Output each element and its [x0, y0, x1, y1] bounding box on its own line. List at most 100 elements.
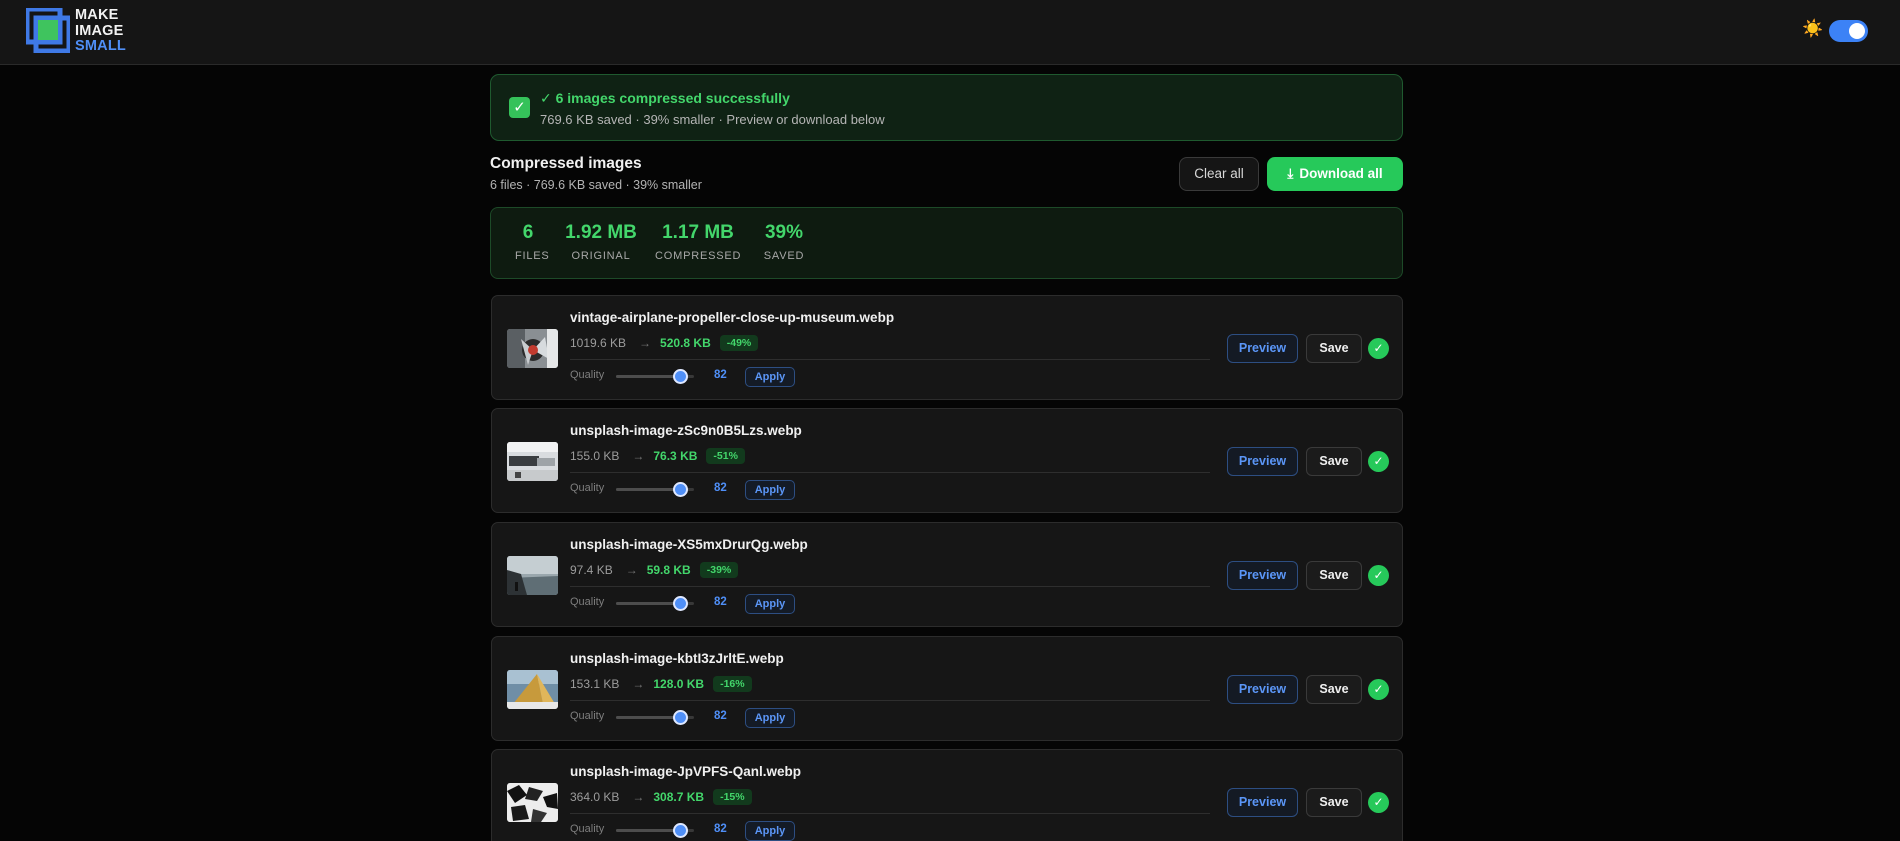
slider-handle[interactable]: [672, 823, 688, 838]
original-size: 153.1 KB: [570, 677, 620, 691]
preview-button[interactable]: Preview: [1227, 675, 1298, 704]
thumbnail-aircraft-image: [507, 442, 558, 481]
thumbnail-monochrome-image: [507, 783, 558, 822]
check-circle-icon: ✓: [1368, 679, 1389, 700]
banner-subtitle: 769.6 KB saved · 39% smaller · Preview o…: [540, 112, 885, 127]
save-button[interactable]: Save: [1306, 561, 1362, 590]
stat-value: 39%: [764, 222, 804, 243]
file-sizes: 1019.6 KB → 520.8 KB -49%: [570, 334, 759, 352]
quality-value: 82: [714, 369, 727, 381]
banner-title: ✓ 6 images compressed successfully: [540, 90, 790, 106]
check-circle-icon: ✓: [1368, 451, 1389, 472]
check-box-icon: ✓: [509, 97, 530, 118]
stat-value: 1.17 MB: [662, 222, 734, 243]
file-card: vintage-airplane-propeller-close-up-muse…: [491, 295, 1403, 400]
divider: [570, 700, 1210, 701]
reduction-badge: -49%: [719, 335, 759, 351]
slider-track-fill: [616, 375, 680, 378]
original-size: 364.0 KB: [570, 790, 620, 804]
slider-track-fill: [616, 488, 680, 491]
download-all-button[interactable]: ⤓ Download all: [1267, 157, 1403, 191]
slider-track-fill: [616, 829, 680, 832]
compressed-size: 128.0 KB: [653, 677, 705, 691]
file-name: unsplash-image-zSc9n0B5Lzs.webp: [570, 423, 802, 438]
image-thumbnail[interactable]: [507, 329, 558, 368]
quality-value: 82: [714, 823, 727, 835]
file-name: unsplash-image-JpVPFS-Qanl.webp: [570, 764, 802, 779]
theme-toggle[interactable]: [1829, 20, 1868, 42]
clear-all-button[interactable]: Clear all: [1179, 157, 1259, 191]
compressed-size: 308.7 KB: [653, 790, 705, 804]
toggle-knob: [1849, 23, 1865, 39]
slider-handle[interactable]: [672, 482, 688, 497]
file-card: unsplash-image-zSc9n0B5Lzs.webp 155.0 KB…: [491, 408, 1403, 513]
quality-value: 82: [714, 482, 727, 494]
quality-slider[interactable]: [616, 823, 694, 838]
quality-slider[interactable]: [616, 369, 694, 384]
file-card: unsplash-image-XS5mxDrurQg.webp 97.4 KB …: [491, 522, 1403, 627]
file-card: unsplash-image-kbtI3zJrltE.webp 153.1 KB…: [491, 636, 1403, 741]
stat-label: FILES: [515, 250, 550, 262]
logo-word-small: SMALL: [75, 38, 126, 54]
arrow-right-icon: →: [625, 563, 638, 577]
save-button[interactable]: Save: [1306, 788, 1362, 817]
quality-label: Quality: [570, 823, 605, 835]
original-size: 97.4 KB: [570, 563, 613, 577]
quality-slider[interactable]: [616, 596, 694, 611]
slider-handle[interactable]: [672, 710, 688, 725]
arrow-right-icon: →: [632, 790, 645, 804]
save-button[interactable]: Save: [1306, 334, 1362, 363]
download-icon: ⤓: [1287, 166, 1294, 181]
stat-value: 6: [522, 222, 534, 243]
check-circle-icon: ✓: [1368, 565, 1389, 586]
original-size: 155.0 KB: [570, 449, 620, 463]
logo-word-image: IMAGE: [75, 22, 124, 39]
image-thumbnail[interactable]: [507, 442, 558, 481]
image-thumbnail[interactable]: [507, 556, 558, 595]
slider-handle[interactable]: [672, 369, 688, 384]
apply-button[interactable]: Apply: [745, 821, 795, 841]
divider: [570, 472, 1210, 473]
save-button[interactable]: Save: [1306, 447, 1362, 476]
save-button[interactable]: Save: [1306, 675, 1362, 704]
preview-button[interactable]: Preview: [1227, 561, 1298, 590]
image-thumbnail[interactable]: [507, 783, 558, 822]
apply-button[interactable]: Apply: [745, 708, 795, 728]
reduction-badge: -51%: [706, 448, 745, 464]
preview-button[interactable]: Preview: [1227, 334, 1298, 363]
slider-track-fill: [616, 716, 680, 719]
file-sizes: 364.0 KB → 308.7 KB -15%: [570, 788, 752, 806]
apply-button[interactable]: Apply: [745, 594, 795, 614]
file-name: unsplash-image-XS5mxDrurQg.webp: [570, 537, 808, 552]
logo-mark-icon: [26, 8, 70, 53]
file-card: unsplash-image-JpVPFS-Qanl.webp 364.0 KB…: [491, 749, 1403, 841]
apply-button[interactable]: Apply: [745, 367, 795, 387]
preview-button[interactable]: Preview: [1227, 788, 1298, 817]
apply-button[interactable]: Apply: [745, 480, 795, 500]
file-name: unsplash-image-kbtI3zJrltE.webp: [570, 651, 784, 666]
compressed-size: 520.8 KB: [660, 336, 711, 350]
quality-label: Quality: [570, 369, 605, 381]
preview-button[interactable]: Preview: [1227, 447, 1298, 476]
file-sizes: 153.1 KB → 128.0 KB -16%: [570, 675, 752, 693]
stat-label: SAVED: [763, 250, 805, 262]
quality-value: 82: [714, 596, 727, 608]
compressed-size: 59.8 KB: [646, 563, 691, 577]
logo-text: MAKE IMAGE SMALL: [75, 7, 126, 55]
quality-slider[interactable]: [616, 710, 694, 725]
image-thumbnail[interactable]: [507, 670, 558, 709]
logo-word-make: MAKE: [75, 7, 119, 23]
section-title: Compressed images: [490, 155, 642, 172]
sun-icon: ☀️: [1802, 19, 1824, 38]
quality-label: Quality: [570, 710, 605, 722]
slider-handle[interactable]: [672, 596, 688, 611]
stat-saved: 39% SAVED: [759, 222, 809, 262]
compressed-size: 76.3 KB: [653, 449, 698, 463]
arrow-right-icon: →: [632, 677, 645, 691]
section-subtitle: 6 files · 769.6 KB saved · 39% smaller: [490, 178, 702, 192]
logo[interactable]: MAKE IMAGE SMALL: [26, 7, 131, 55]
top-bar: MAKE IMAGE SMALL ☀️: [0, 0, 1900, 65]
stat-value: 1.92 MB: [565, 222, 637, 243]
quality-slider[interactable]: [616, 482, 694, 497]
reduction-badge: -39%: [699, 562, 739, 578]
